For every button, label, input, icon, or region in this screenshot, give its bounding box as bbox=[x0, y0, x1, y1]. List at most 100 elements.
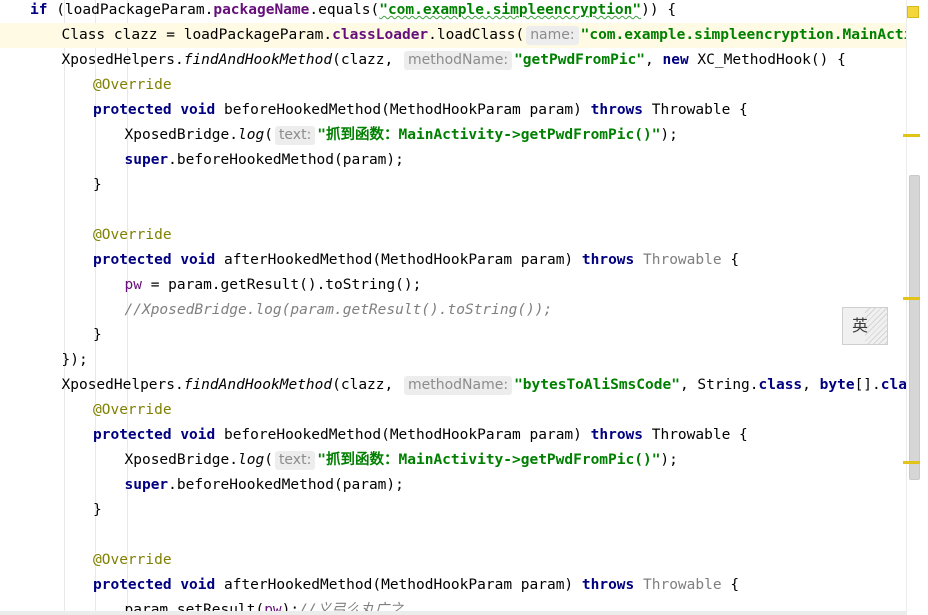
keyword: byte bbox=[819, 377, 855, 393]
code-line[interactable]: } bbox=[0, 173, 906, 198]
code-token: Class clazz = loadPackageParam. bbox=[61, 27, 333, 43]
code-line-content: super.beforeHookedMethod(param); bbox=[125, 148, 404, 173]
code-token: Throwable bbox=[643, 577, 722, 593]
code-line[interactable]: //XposedBridge.log(param.getResult().toS… bbox=[0, 298, 906, 323]
parameter-hint: name: bbox=[526, 26, 579, 45]
code-token: packageName bbox=[213, 2, 310, 18]
code-line[interactable]: Class clazz = loadPackageParam.classLoad… bbox=[0, 23, 906, 48]
code-line-content: } bbox=[93, 173, 102, 198]
annotation: @Override bbox=[93, 227, 172, 243]
code-line[interactable]: } bbox=[0, 498, 906, 523]
keyword: throws bbox=[581, 577, 635, 593]
code-editor[interactable]: if (loadPackageParam.packageName.equals(… bbox=[0, 0, 928, 615]
warning-marker[interactable] bbox=[903, 297, 920, 300]
code-token: classLoader bbox=[332, 27, 429, 43]
keyword: void bbox=[180, 102, 216, 118]
code-line[interactable]: @Override bbox=[0, 223, 906, 248]
code-line-content: pw = param.getResult().toString(); bbox=[125, 273, 422, 298]
string-literal: "抓到函数：MainActivity->getPwdFromPic()" bbox=[317, 452, 661, 468]
code-line[interactable]: @Override bbox=[0, 548, 906, 573]
code-area[interactable]: if (loadPackageParam.packageName.equals(… bbox=[0, 0, 906, 615]
code-line[interactable]: XposedBridge.log(text: "抓到函数：MainActivity… bbox=[0, 123, 906, 148]
code-line-content: @Override bbox=[93, 398, 172, 423]
code-line-content: XposedBridge.log(text: "抓到函数：MainActivity… bbox=[125, 448, 678, 473]
code-token: ); bbox=[660, 127, 678, 143]
code-line[interactable]: @Override bbox=[0, 73, 906, 98]
code-line[interactable] bbox=[0, 523, 906, 548]
code-token: XC_MethodHook() { bbox=[688, 52, 846, 68]
code-line[interactable]: } bbox=[0, 323, 906, 348]
code-line[interactable]: protected void beforeHookedMethod(Method… bbox=[0, 423, 906, 448]
parameter-hint: methodName: bbox=[403, 376, 513, 395]
keyword: if bbox=[30, 2, 48, 18]
code-line[interactable]: XposedHelpers.findAndHookMethod(clazz, m… bbox=[0, 373, 906, 398]
code-token: , bbox=[802, 377, 820, 393]
ime-stripes bbox=[865, 308, 887, 344]
code-token: findAndHookMethod bbox=[183, 52, 333, 68]
code-token: pw bbox=[124, 277, 142, 293]
code-line-content: if (loadPackageParam.packageName.equals(… bbox=[30, 0, 676, 23]
code-token: } bbox=[93, 327, 102, 343]
code-line[interactable]: protected void beforeHookedMethod(Method… bbox=[0, 98, 906, 123]
horizontal-scrollbar[interactable] bbox=[0, 611, 906, 615]
keyword: super bbox=[124, 477, 169, 493]
code-token: []. bbox=[854, 377, 881, 393]
code-token: .beforeHookedMethod(param); bbox=[168, 152, 404, 168]
code-token: afterHookedMethod(MethodHookParam param) bbox=[215, 252, 582, 268]
code-line[interactable]: XposedHelpers.findAndHookMethod(clazz, m… bbox=[0, 48, 906, 73]
string-literal: "getPwdFromPic" bbox=[514, 52, 646, 68]
warning-marker[interactable] bbox=[903, 134, 920, 137]
warning-marker[interactable] bbox=[903, 461, 920, 464]
scrollbar-thumb[interactable] bbox=[909, 175, 920, 480]
ime-indicator-icon[interactable]: 英 bbox=[842, 307, 888, 345]
keyword: throws bbox=[590, 427, 644, 443]
string-literal: "com.example.simpleencryption" bbox=[379, 2, 642, 18]
string-literal: "com.example.simpleencryption.MainActivi… bbox=[580, 27, 906, 43]
code-line-content: XposedBridge.log(text: "抓到函数：MainActivity… bbox=[125, 123, 678, 148]
code-token: (clazz, bbox=[332, 52, 402, 68]
code-token: XposedHelpers. bbox=[61, 377, 184, 393]
code-line[interactable]: XposedBridge.log(text: "抓到函数：MainActivity… bbox=[0, 448, 906, 473]
code-line-content: protected void beforeHookedMethod(Method… bbox=[93, 423, 748, 448]
code-token: { bbox=[721, 252, 740, 268]
code-line-content: @Override bbox=[93, 548, 172, 573]
code-line-content: } bbox=[93, 498, 102, 523]
keyword: protected bbox=[93, 577, 172, 593]
code-line-content: }); bbox=[62, 348, 88, 373]
code-line[interactable]: }); bbox=[0, 348, 906, 373]
string-literal: "抓到函数：MainActivity->getPwdFromPic()" bbox=[317, 127, 661, 143]
annotation: @Override bbox=[93, 77, 172, 93]
code-line-content: protected void afterHookedMethod(MethodH… bbox=[93, 573, 739, 598]
code-line[interactable]: if (loadPackageParam.packageName.equals(… bbox=[0, 0, 906, 23]
code-token: ); bbox=[660, 452, 678, 468]
code-token: findAndHookMethod bbox=[183, 377, 333, 393]
code-line[interactable]: protected void afterHookedMethod(MethodH… bbox=[0, 573, 906, 598]
code-token: )) { bbox=[641, 2, 677, 18]
code-line-content: @Override bbox=[93, 73, 172, 98]
code-line[interactable]: super.beforeHookedMethod(param); bbox=[0, 148, 906, 173]
code-line[interactable]: @Override bbox=[0, 398, 906, 423]
code-line-content: } bbox=[93, 323, 102, 348]
code-token: } bbox=[93, 502, 102, 518]
warning-icon[interactable] bbox=[907, 6, 919, 18]
code-token: (clazz, bbox=[332, 377, 402, 393]
code-token: beforeHookedMethod(MethodHookParam param… bbox=[215, 427, 591, 443]
keyword: throws bbox=[581, 252, 635, 268]
code-token: XposedBridge. bbox=[124, 127, 239, 143]
keyword: void bbox=[180, 252, 216, 268]
code-line[interactable]: protected void afterHookedMethod(MethodH… bbox=[0, 248, 906, 273]
keyword: protected bbox=[93, 252, 172, 268]
code-line[interactable]: pw = param.getResult().toString(); bbox=[0, 273, 906, 298]
code-line[interactable] bbox=[0, 198, 906, 223]
keyword: throws bbox=[590, 102, 644, 118]
code-token: log bbox=[238, 452, 265, 468]
code-token: (loadPackageParam. bbox=[47, 2, 214, 18]
comment: //XposedBridge.log(param.getResult().toS… bbox=[124, 302, 553, 318]
code-token: log bbox=[238, 127, 265, 143]
code-line[interactable]: super.beforeHookedMethod(param); bbox=[0, 473, 906, 498]
code-token: { bbox=[721, 577, 740, 593]
